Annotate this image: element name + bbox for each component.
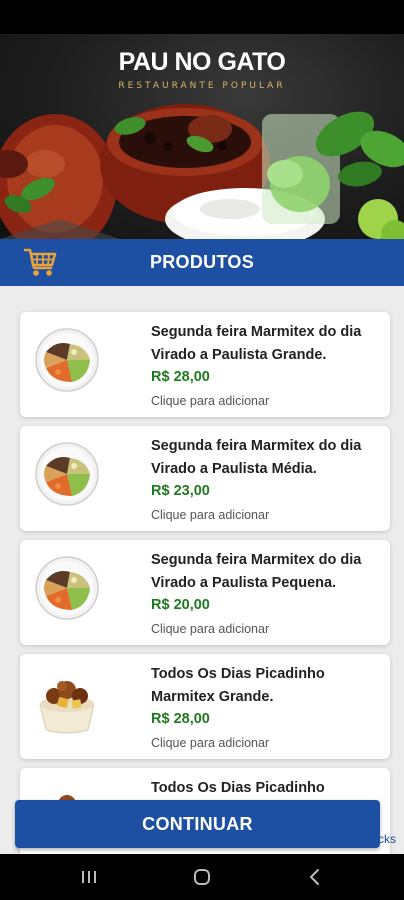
product-name: Segunda feira Marmitex do dia Virado a P…: [151, 438, 362, 477]
continue-button[interactable]: CONTINUAR: [15, 800, 380, 848]
product-price: R$ 28,00: [151, 369, 210, 385]
hero-banner: PAU NO GATO RESTAURANTE POPULAR: [0, 34, 404, 239]
product-price: R$ 23,00: [151, 483, 210, 499]
recent-apps-icon[interactable]: [74, 864, 104, 890]
product-price: R$ 20,00: [151, 597, 210, 613]
product-name: Segunda feira Marmitex do dia Virado a P…: [151, 552, 362, 591]
product-name: Todos Os Dias Picadinho: [151, 780, 325, 796]
home-icon[interactable]: [187, 864, 217, 890]
product-name: Todos Os Dias Picadinho Marmitex Grande.: [151, 666, 325, 705]
product-list: Segunda feira Marmitex do dia Virado a P…: [0, 286, 404, 854]
add-hint: Clique para adicionar: [151, 736, 270, 750]
page-title: PRODUTOS: [149, 252, 255, 272]
back-icon[interactable]: [300, 864, 330, 890]
product-card[interactable]: Segunda feira Marmitex do dia Virado a P…: [20, 312, 390, 417]
add-hint: Clique para adicionar: [151, 622, 270, 636]
picadinho-bowl-image: [39, 681, 95, 734]
marmitex-plate-image: [35, 556, 99, 620]
add-hint: Clique para adicionar: [151, 508, 270, 522]
products-header: PRODUTOS: [0, 239, 404, 286]
marmitex-plate-image: [35, 328, 99, 392]
product-name: Segunda feira Marmitex do dia Virado a P…: [151, 324, 362, 363]
status-bar: [0, 0, 404, 34]
side-link-fragment[interactable]: cks: [378, 832, 396, 846]
system-nav-bar: [0, 854, 404, 900]
product-card[interactable]: Todos Os Dias Picadinho Marmitex Grande.…: [20, 654, 390, 759]
marmitex-plate-image: [35, 442, 99, 506]
brand-title: PAU NO GATO: [118, 48, 286, 76]
product-price: R$ 28,00: [151, 711, 210, 727]
brand-subtitle: RESTAURANTE POPULAR: [118, 81, 286, 91]
product-card[interactable]: Segunda feira Marmitex do dia Virado a P…: [20, 426, 390, 531]
add-hint: Clique para adicionar: [151, 394, 270, 408]
product-card[interactable]: Segunda feira Marmitex do dia Virado a P…: [20, 540, 390, 645]
